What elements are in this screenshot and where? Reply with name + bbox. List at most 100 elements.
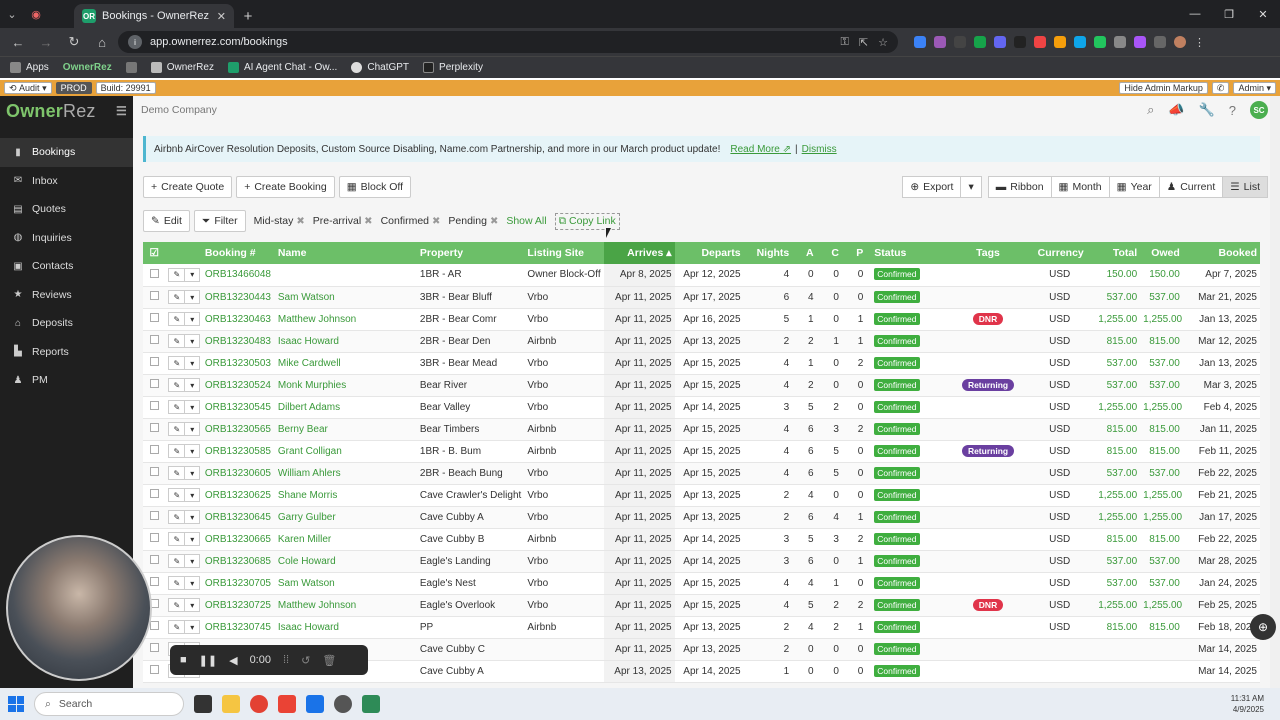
trash-icon[interactable]: 🗑 xyxy=(322,654,336,667)
cell-guest-name[interactable] xyxy=(275,264,417,286)
row-menu-caret-icon[interactable]: ▾ xyxy=(184,423,199,435)
table-row[interactable]: ✎ ▾ ORB13230745 Isaac Howard PP Airbnb Apr 11,… xyxy=(143,616,1260,638)
edit-pencil-icon[interactable]: ✎ xyxy=(169,423,184,435)
sidebar-item-inbox[interactable]: ✉ Inbox xyxy=(0,167,133,196)
edit-pencil-icon[interactable]: ✎ xyxy=(169,401,184,413)
wrench-icon[interactable]: 🔧 xyxy=(1199,102,1215,118)
row-menu-caret-icon[interactable]: ▾ xyxy=(184,445,199,457)
extension-icon[interactable] xyxy=(1114,36,1126,48)
ownerrez-logo[interactable]: Owner Rez ☰ xyxy=(0,96,133,126)
dismiss-link[interactable]: Dismiss xyxy=(802,144,837,155)
cell-guest-name[interactable]: Isaac Howard xyxy=(275,616,417,638)
export-dropdown-toggle[interactable]: ▾ xyxy=(960,176,982,198)
column-header-property[interactable]: Property xyxy=(417,242,525,264)
copy-link-button[interactable]: ⧉ Copy Link xyxy=(554,212,620,230)
row-menu-caret-icon[interactable]: ▾ xyxy=(184,621,199,633)
cell-booking-number[interactable]: ORB13230725 xyxy=(202,594,275,616)
table-row[interactable]: ✎ ▾ ORB13230503 Mike Cardwell 3BR - Bear Mea… xyxy=(143,352,1260,374)
edit-pencil-icon[interactable]: ✎ xyxy=(169,555,184,567)
row-menu-caret-icon[interactable]: ▾ xyxy=(184,401,199,413)
edit-pencil-icon[interactable]: ✎ xyxy=(169,445,184,457)
list-view-button[interactable]: ☰ List xyxy=(1222,176,1268,198)
calendar-app-icon[interactable] xyxy=(306,695,324,713)
row-menu-caret-icon[interactable]: ▾ xyxy=(184,291,199,303)
table-row[interactable]: ✎ ▾ ORB13230545 Dilbert Adams Bear Valley Vrb… xyxy=(143,396,1260,418)
tag-badge[interactable]: DNR xyxy=(972,312,1004,325)
row-menu-caret-icon[interactable]: ▾ xyxy=(184,599,199,611)
cell-guest-name[interactable]: Cole Howard xyxy=(275,550,417,572)
row-checkbox[interactable] xyxy=(149,268,159,278)
row-menu-caret-icon[interactable]: ▾ xyxy=(184,577,199,589)
profile-avatar-icon[interactable] xyxy=(1174,36,1186,48)
row-checkbox[interactable] xyxy=(149,291,159,300)
cell-booking-number[interactable]: ORB13466048 xyxy=(202,264,275,286)
block-off-button[interactable]: ▦ Block Off xyxy=(338,176,412,198)
tag-badge[interactable]: Returning xyxy=(961,378,1015,391)
row-checkbox[interactable] xyxy=(149,577,159,586)
bookmark-star-icon[interactable]: ☆ xyxy=(878,36,888,49)
bookmark-apps[interactable]: Apps xyxy=(10,62,49,73)
table-row[interactable]: ✎ ▾ ORB13230665 Karen Miller Cave Cubby B Air… xyxy=(143,528,1260,550)
column-header-listing-site[interactable]: Listing Site xyxy=(524,242,603,264)
cell-booking-number[interactable]: ORB13230745 xyxy=(202,616,275,638)
megaphone-icon[interactable]: 📣 xyxy=(1168,102,1184,118)
row-checkbox[interactable] xyxy=(149,423,159,432)
edit-pencil-icon[interactable]: ✎ xyxy=(169,313,184,325)
sidebar-toggle-icon[interactable]: ☰ xyxy=(116,104,127,118)
year-view-button[interactable]: ▦ Year xyxy=(1108,176,1160,198)
rewind-icon[interactable]: ◀ xyxy=(229,654,237,667)
column-header-pets[interactable]: P xyxy=(842,242,866,264)
help-icon[interactable]: ? xyxy=(1229,103,1236,118)
row-checkbox[interactable] xyxy=(149,489,159,498)
page-scrollbar[interactable] xyxy=(1270,96,1280,688)
extension-icon[interactable] xyxy=(974,36,986,48)
table-row[interactable]: ✎ ▾ ORB13230483 Isaac Howard 2BR - Bear Den A… xyxy=(143,330,1260,352)
extension-icon[interactable] xyxy=(1034,36,1046,48)
row-menu-caret-icon[interactable]: ▾ xyxy=(184,489,199,501)
create-booking-button[interactable]: + Create Booking xyxy=(236,176,335,198)
table-row[interactable]: ✎ ▾ ORB13230443 Sam Watson 3BR - Bear Bluff V… xyxy=(143,286,1260,308)
create-quote-button[interactable]: + Create Quote xyxy=(143,176,233,198)
current-view-button[interactable]: ♟ Current xyxy=(1158,176,1224,198)
column-header-arrives[interactable]: Arrives ▴ xyxy=(603,242,675,264)
chrome-icon[interactable] xyxy=(250,695,268,713)
maximize-icon[interactable]: ❐ xyxy=(1212,0,1246,28)
site-info-icon[interactable]: i xyxy=(128,35,142,49)
extension-icon[interactable] xyxy=(1074,36,1086,48)
row-checkbox[interactable] xyxy=(149,401,159,410)
cell-booking-number[interactable]: ORB13230705 xyxy=(202,572,275,594)
url-field[interactable]: i app.ownerrez.com/bookings ⚿ ⇱ ☆ xyxy=(118,31,898,53)
tag-badge[interactable]: DNR xyxy=(972,598,1004,611)
edit-columns-button[interactable]: ✎ Edit xyxy=(143,210,190,232)
remove-chip-icon[interactable]: ✖ xyxy=(364,216,372,227)
column-header-booking[interactable]: Booking # xyxy=(202,242,275,264)
cell-booking-number[interactable]: ORB13230545 xyxy=(202,396,275,418)
zoom-icon[interactable]: ⊕ xyxy=(1250,614,1276,640)
cell-guest-name[interactable]: Garry Gulber xyxy=(275,506,417,528)
table-row[interactable]: ✎ ▾ ORB13230463 Matthew Johnson 2BR - Bear C… xyxy=(143,308,1260,330)
column-header-owed[interactable]: Owed xyxy=(1140,242,1183,264)
search-icon[interactable]: ⌕ xyxy=(1147,102,1154,118)
home-icon[interactable]: ⌂ xyxy=(90,30,114,54)
remove-chip-icon[interactable]: ✖ xyxy=(490,216,498,227)
row-checkbox[interactable] xyxy=(149,511,159,520)
row-checkbox[interactable] xyxy=(149,643,159,652)
filter-button[interactable]: ⏷ Filter xyxy=(193,210,246,232)
table-row[interactable]: ✎ ▾ ORB13466048 1BR - AR Owner Block-Off Apr … xyxy=(143,264,1260,286)
row-checkbox[interactable] xyxy=(149,533,159,542)
cell-booking-number[interactable]: ORB13230685 xyxy=(202,550,275,572)
extension-icon[interactable] xyxy=(954,36,966,48)
puzzle-extensions-icon[interactable] xyxy=(1154,36,1166,48)
table-row[interactable]: ✎ ▾ ORB13230645 Garry Gulber Cave Cubby A Vrb… xyxy=(143,506,1260,528)
extension-icon[interactable] xyxy=(914,36,926,48)
cell-guest-name[interactable]: William Ahlers xyxy=(275,462,417,484)
cell-guest-name[interactable]: Matthew Johnson xyxy=(275,308,417,330)
cell-guest-name[interactable]: Karen Miller xyxy=(275,528,417,550)
export-button[interactable]: ⊕ Export xyxy=(902,176,962,198)
extension-icon[interactable] xyxy=(934,36,946,48)
column-header-departs[interactable]: Departs xyxy=(675,242,744,264)
sidebar-item-reviews[interactable]: ★ Reviews xyxy=(0,281,133,310)
row-menu-caret-icon[interactable]: ▾ xyxy=(184,268,199,281)
sidebar-item-pm[interactable]: ♟ PM xyxy=(0,366,133,395)
tag-badge[interactable]: Returning xyxy=(961,444,1015,457)
